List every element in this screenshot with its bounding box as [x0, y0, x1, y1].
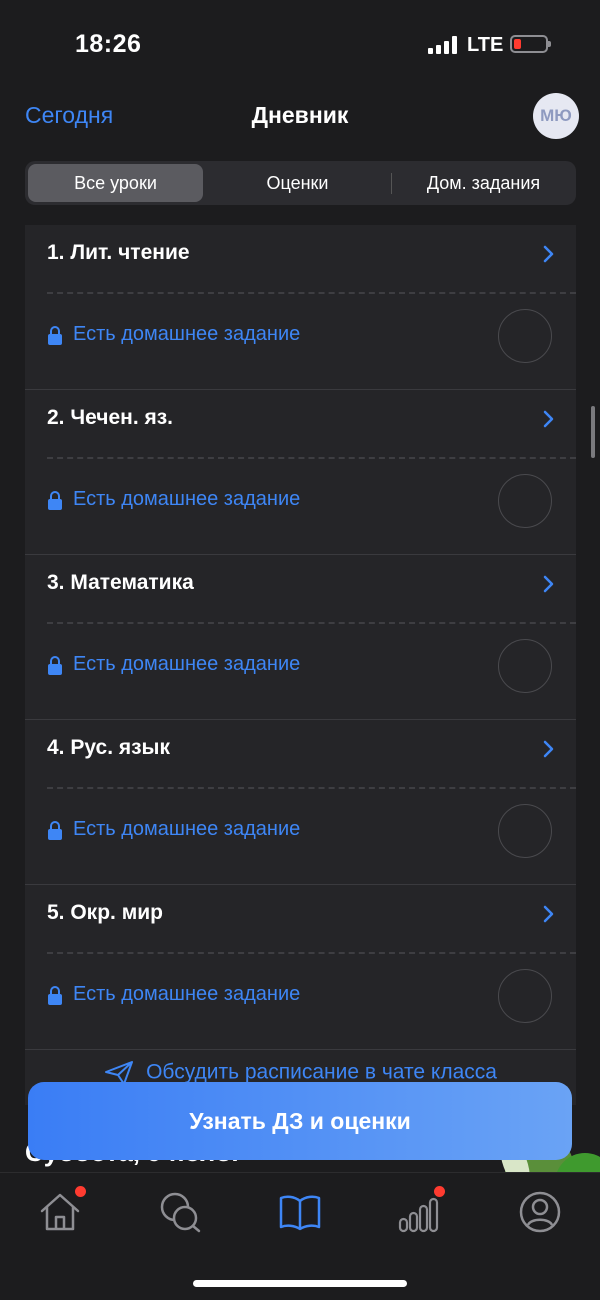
profile-icon [519, 1191, 561, 1233]
notification-badge [434, 1186, 445, 1197]
homework-label: Есть домашнее задание [73, 488, 301, 510]
chevron-right-icon [543, 245, 554, 263]
homework-label: Есть домашнее задание [73, 818, 301, 840]
status-bar: 18:26 LTE [0, 0, 600, 90]
notification-badge [75, 1186, 86, 1197]
lock-icon [48, 325, 62, 345]
tab-homework[interactable]: Дом. задания [395, 164, 572, 202]
home-icon [40, 1193, 80, 1231]
homework-status[interactable]: Есть домашнее задание [47, 323, 300, 346]
lock-icon [48, 655, 62, 675]
lesson-item[interactable]: 3. Математика Есть домашнее задание [25, 555, 576, 720]
homework-status[interactable]: Есть домашнее задание [47, 653, 300, 676]
lesson-item[interactable]: 2. Чечен. яз. Есть домашнее задание [25, 390, 576, 555]
home-indicator [193, 1280, 407, 1287]
lesson-title: 5. Окр. мир [47, 901, 163, 924]
tab-profile[interactable] [517, 1189, 563, 1235]
lock-icon [48, 490, 62, 510]
homework-label: Есть домашнее задание [73, 323, 301, 345]
lesson-title: 2. Чечен. яз. [47, 406, 174, 429]
lesson-title: 3. Математика [47, 571, 194, 594]
homework-status[interactable]: Есть домашнее задание [47, 983, 300, 1006]
done-checkbox[interactable] [498, 639, 552, 693]
status-time: 18:26 [75, 30, 142, 58]
lesson-list: 1. Лит. чтение Есть домашнее задание 2. … [25, 225, 576, 1105]
dashed-divider [47, 292, 576, 294]
discuss-label: Обсудить расписание в чате класса [146, 1060, 497, 1084]
done-checkbox[interactable] [498, 804, 552, 858]
lock-icon [48, 985, 62, 1005]
homework-status[interactable]: Есть домашнее задание [47, 488, 300, 511]
done-checkbox[interactable] [498, 474, 552, 528]
tab-grades[interactable] [397, 1186, 445, 1235]
tab-all-lessons[interactable]: Все уроки [28, 164, 203, 202]
lesson-title: 4. Рус. язык [47, 736, 170, 759]
done-checkbox[interactable] [498, 309, 552, 363]
lock-icon [48, 820, 62, 840]
network-type: LTE [467, 34, 504, 56]
done-checkbox[interactable] [498, 969, 552, 1023]
chevron-right-icon [543, 575, 554, 593]
lesson-item[interactable]: 1. Лит. чтение Есть домашнее задание [25, 225, 576, 390]
scrollbar[interactable] [591, 406, 595, 458]
dashed-divider [47, 952, 576, 954]
chevron-right-icon [543, 410, 554, 428]
lesson-item[interactable]: 5. Окр. мир Есть домашнее задание [25, 885, 576, 1050]
tab-diary[interactable] [277, 1189, 323, 1235]
get-homework-grades-button[interactable]: Узнать ДЗ и оценки [28, 1082, 572, 1160]
lesson-title: 1. Лит. чтение [47, 241, 190, 264]
avatar[interactable]: МЮ [533, 93, 579, 139]
tab-home[interactable] [37, 1186, 86, 1235]
chevron-right-icon [543, 905, 554, 923]
homework-label: Есть домашнее задание [73, 983, 301, 1005]
homework-status[interactable]: Есть домашнее задание [47, 818, 300, 841]
chevron-right-icon [543, 740, 554, 758]
homework-label: Есть домашнее задание [73, 653, 301, 675]
tab-chats[interactable] [157, 1189, 203, 1235]
segmented-control: Все уроки Оценки Дом. задания [25, 161, 576, 205]
lesson-item[interactable]: 4. Рус. язык Есть домашнее задание [25, 720, 576, 885]
segment-divider [391, 173, 392, 194]
chat-icon [160, 1192, 201, 1233]
dashed-divider [47, 787, 576, 789]
tab-grades[interactable]: Оценки [210, 164, 385, 202]
dashed-divider [47, 457, 576, 459]
battery-icon [510, 35, 551, 53]
diary-book-icon [279, 1195, 321, 1231]
dashed-divider [47, 622, 576, 624]
today-link[interactable]: Сегодня [25, 102, 113, 129]
signal-icon [428, 36, 458, 54]
